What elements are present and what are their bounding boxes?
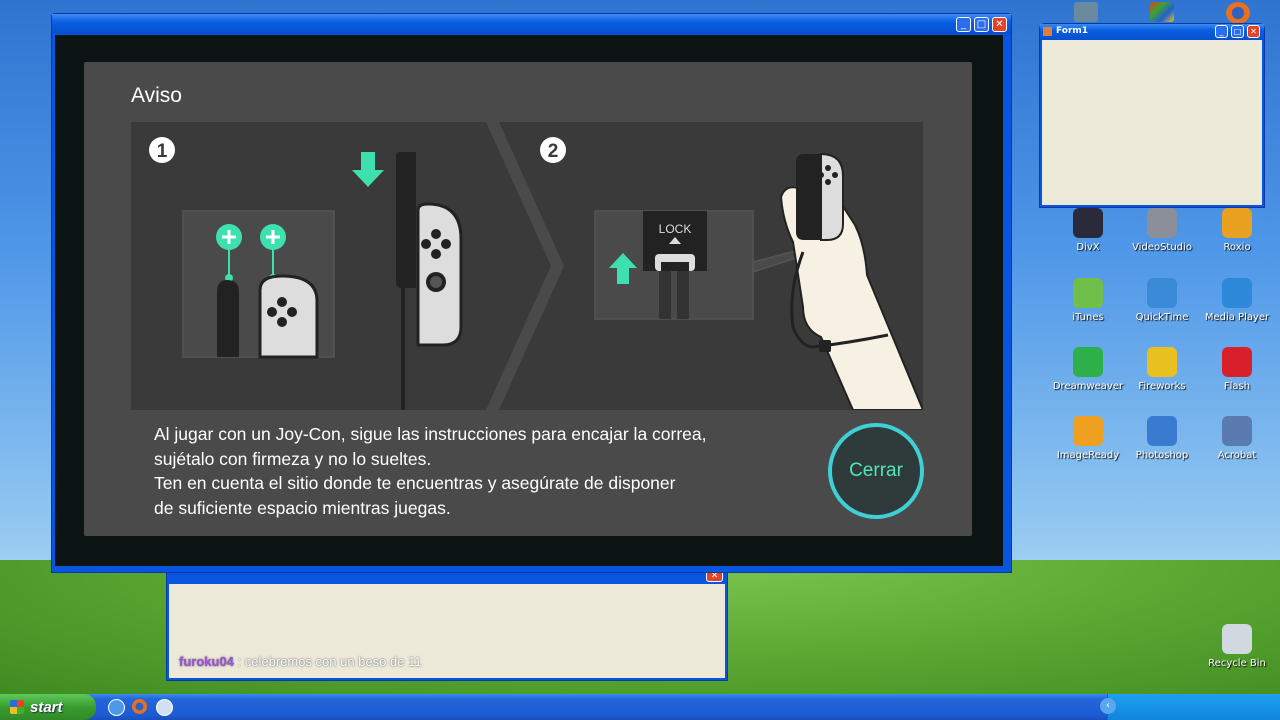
strap-cord — [401, 282, 405, 410]
desktop-icon-photoshop[interactable]: Photoshop — [1122, 416, 1202, 461]
fireworks-icon — [1147, 347, 1177, 377]
desktop-icon-itunes[interactable]: iTunes — [1048, 278, 1128, 323]
desktop-icon-label: ImageReady — [1056, 450, 1120, 461]
step2-number: 2 — [548, 141, 559, 162]
desktop-icon-fireworks[interactable]: Fireworks — [1122, 347, 1202, 392]
taskbar: start ‹ — [0, 694, 1280, 720]
message-line: sujétalo con firmeza y no lo sueltes. — [154, 448, 432, 469]
desktop-icon-flash[interactable]: Flash — [1197, 347, 1277, 392]
ie-quicklaunch-icon[interactable] — [108, 699, 125, 716]
media-player-icon — [1222, 278, 1252, 308]
desktop-icon-divx[interactable]: DivX — [1048, 208, 1128, 253]
firefox-icon[interactable] — [1226, 2, 1250, 24]
videostudio-icon — [1147, 208, 1177, 238]
chat-window[interactable]: ✕ furoku04 : celebremos con un beso de 1… — [166, 565, 728, 681]
desktop-icon-label: Flash — [1223, 381, 1251, 392]
dialog-message: Al jugar con un Joy-Con, sigue las instr… — [154, 422, 794, 520]
chat-line: furoku04 : celebremos con un beso de 11 — [179, 654, 422, 669]
desktop-icon-label: VideoStudio — [1132, 242, 1192, 253]
media-quicklaunch-icon[interactable] — [156, 699, 173, 716]
system-tray: ‹ — [1100, 694, 1280, 720]
desktop-icon-media-player[interactable]: Media Player — [1197, 278, 1277, 323]
dreamweaver-icon — [1073, 347, 1103, 377]
desktop-icon-label: Roxio — [1223, 242, 1251, 253]
form1-minimize-button[interactable]: _ — [1215, 25, 1228, 38]
desktop-icon-label: Recycle Bin — [1208, 658, 1266, 669]
message-line: de suficiente espacio mientras juegas. — [154, 497, 451, 518]
top-icon-1[interactable] — [1074, 2, 1098, 22]
desktop-icon-label: QuickTime — [1135, 312, 1189, 323]
joycon-strap-illustration: 1 2 LOCK — [131, 122, 923, 410]
chat-body: furoku04 : celebremos con un beso de 11 — [169, 584, 725, 678]
step1-number: 1 — [157, 141, 168, 162]
main-window-titlebar[interactable]: _ □ ✕ — [52, 14, 1011, 34]
form1-app-icon — [1043, 27, 1052, 36]
main-close-button[interactable]: ✕ — [992, 17, 1007, 32]
desktop-icon-acrobat[interactable]: Acrobat — [1197, 416, 1277, 461]
desktop-icon-label: Media Player — [1204, 312, 1270, 323]
desktop-icon-label: Fireworks — [1138, 381, 1186, 392]
desktop-icon-videostudio[interactable]: VideoStudio — [1122, 208, 1202, 253]
start-label: start — [30, 698, 63, 716]
lock-label: LOCK — [659, 222, 692, 236]
start-button[interactable]: start — [0, 694, 96, 720]
desktop-icon-quicktime[interactable]: QuickTime — [1122, 278, 1202, 323]
main-maximize-button[interactable]: □ — [974, 17, 989, 32]
chat-message: : celebremos con un beso de 11 — [233, 654, 422, 669]
desktop-icon-imageready[interactable]: ImageReady — [1048, 416, 1128, 461]
itunes-icon — [1073, 278, 1103, 308]
form1-close-button[interactable]: ✕ — [1247, 25, 1260, 38]
form1-body — [1042, 40, 1262, 205]
tray-expand-icon[interactable]: ‹ — [1100, 698, 1116, 714]
roxio-icon — [1222, 208, 1252, 238]
divx-icon — [1073, 208, 1103, 238]
form1-title: Form1 — [1056, 26, 1089, 36]
acrobat-icon — [1222, 416, 1252, 446]
imageready-icon — [1073, 416, 1103, 446]
desktop-icon-roxio[interactable]: Roxio — [1197, 208, 1277, 253]
flash-icon — [1222, 347, 1252, 377]
top-icon-2[interactable] — [1150, 2, 1174, 22]
form1-maximize-button[interactable]: □ — [1231, 25, 1244, 38]
chat-username[interactable]: furoku04 — [179, 654, 234, 669]
message-line: Al jugar con un Joy-Con, sigue las instr… — [154, 424, 707, 444]
main-minimize-button[interactable]: _ — [956, 17, 971, 32]
message-line: Ten en cuenta el sitio donde te encuentr… — [154, 473, 676, 493]
desktop-icon-label: Dreamweaver — [1052, 381, 1124, 392]
cerrar-button[interactable]: Cerrar — [828, 423, 924, 519]
desktop-icon-recycle-bin[interactable]: Recycle Bin — [1197, 624, 1277, 669]
desktop-icon-label: Photoshop — [1135, 450, 1189, 461]
windows-logo-icon — [10, 700, 24, 714]
firefox-quicklaunch-icon[interactable] — [132, 699, 147, 714]
joycon-rail-side — [258, 274, 319, 359]
desktop-icon-label: DivX — [1076, 242, 1100, 253]
form1-window[interactable]: Form1 _ □ ✕ — [1039, 23, 1265, 208]
desktop-icon-dreamweaver[interactable]: Dreamweaver — [1048, 347, 1128, 392]
desktop-icon-label: Acrobat — [1217, 450, 1257, 461]
strap-rail — [217, 280, 239, 357]
form1-titlebar[interactable]: Form1 _ □ ✕ — [1040, 24, 1264, 40]
strap-body — [396, 152, 416, 288]
joycon-in-hand — [796, 154, 821, 240]
dialog-title: Aviso — [131, 84, 182, 107]
recycle-bin-icon — [1222, 624, 1252, 654]
desktop-icon-label: iTunes — [1072, 312, 1104, 323]
photoshop-icon — [1147, 416, 1177, 446]
quicktime-icon — [1147, 278, 1177, 308]
